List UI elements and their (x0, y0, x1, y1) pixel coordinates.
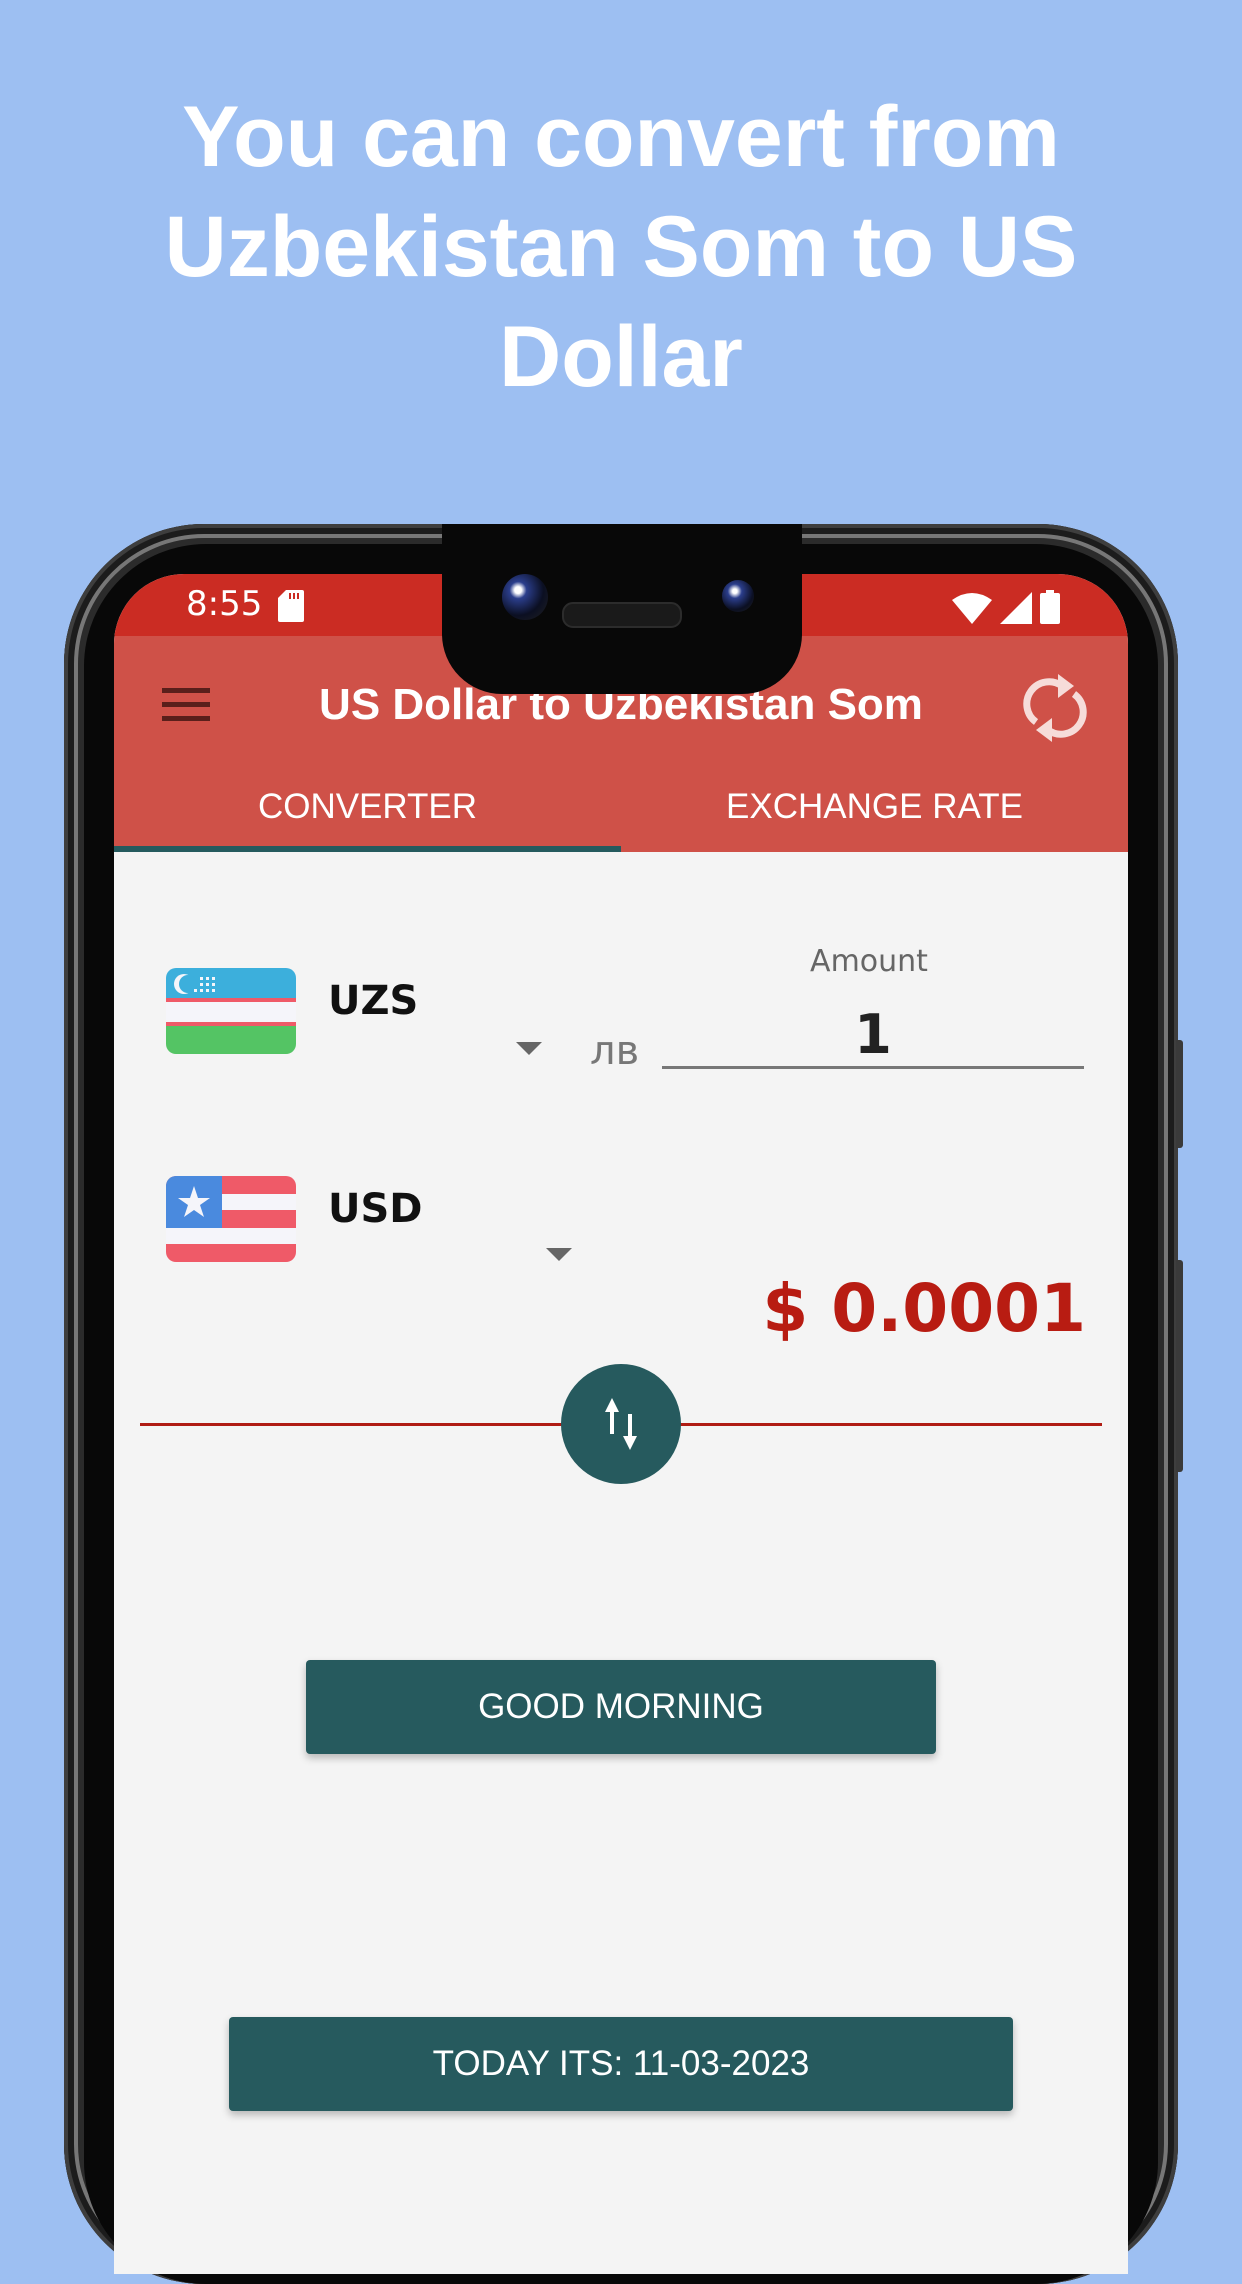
phone-screen: 8:55 US Dollar to Uzbekistan Som CONVERT… (114, 574, 1128, 2274)
conversion-result: $ 0.0001 (762, 1270, 1086, 1347)
to-currency-code: USD (328, 1186, 423, 1232)
headline-line-2: Uzbekistan Som to US (164, 199, 1078, 295)
battery-icon (1040, 590, 1060, 624)
wifi-icon (952, 593, 992, 624)
refresh-icon[interactable] (1022, 670, 1088, 746)
tab-bar: CONVERTER EXCHANGE RATE (114, 762, 1128, 852)
sd-card-icon (278, 590, 304, 622)
to-currency-dropdown[interactable] (546, 1248, 572, 1261)
volume-button (1176, 1040, 1183, 1148)
headline-line-1: You can convert from (182, 89, 1060, 185)
status-icons (952, 590, 1060, 624)
earpiece-speaker (562, 602, 682, 628)
signal-icon (1000, 592, 1032, 624)
swap-currencies-button[interactable] (561, 1364, 681, 1484)
swap-arrows-icon (605, 1398, 637, 1450)
tab-converter[interactable]: CONVERTER (114, 762, 621, 852)
front-sensor-icon (722, 580, 754, 612)
power-button (1176, 1260, 1183, 1472)
from-currency-dropdown[interactable] (516, 1042, 542, 1055)
camera-notch (442, 524, 802, 694)
us-flag-icon (166, 1176, 296, 1262)
good-morning-button[interactable]: GOOD MORNING (306, 1660, 936, 1754)
promo-headline: You can convert from Uzbekistan Som to U… (0, 82, 1242, 412)
headline-line-3: Dollar (499, 309, 743, 405)
amount-label: Amount (810, 944, 928, 979)
front-camera-icon (502, 574, 548, 620)
from-currency-symbol: лв (590, 1028, 640, 1074)
tab-exchange-rate[interactable]: EXCHANGE RATE (621, 762, 1128, 852)
today-date-button[interactable]: TODAY ITS: 11-03-2023 (229, 2017, 1013, 2111)
from-currency-code: UZS (328, 978, 419, 1024)
uzbekistan-flag-icon (166, 968, 296, 1054)
status-time: 8:55 (186, 584, 263, 624)
amount-input[interactable] (662, 1002, 1084, 1069)
